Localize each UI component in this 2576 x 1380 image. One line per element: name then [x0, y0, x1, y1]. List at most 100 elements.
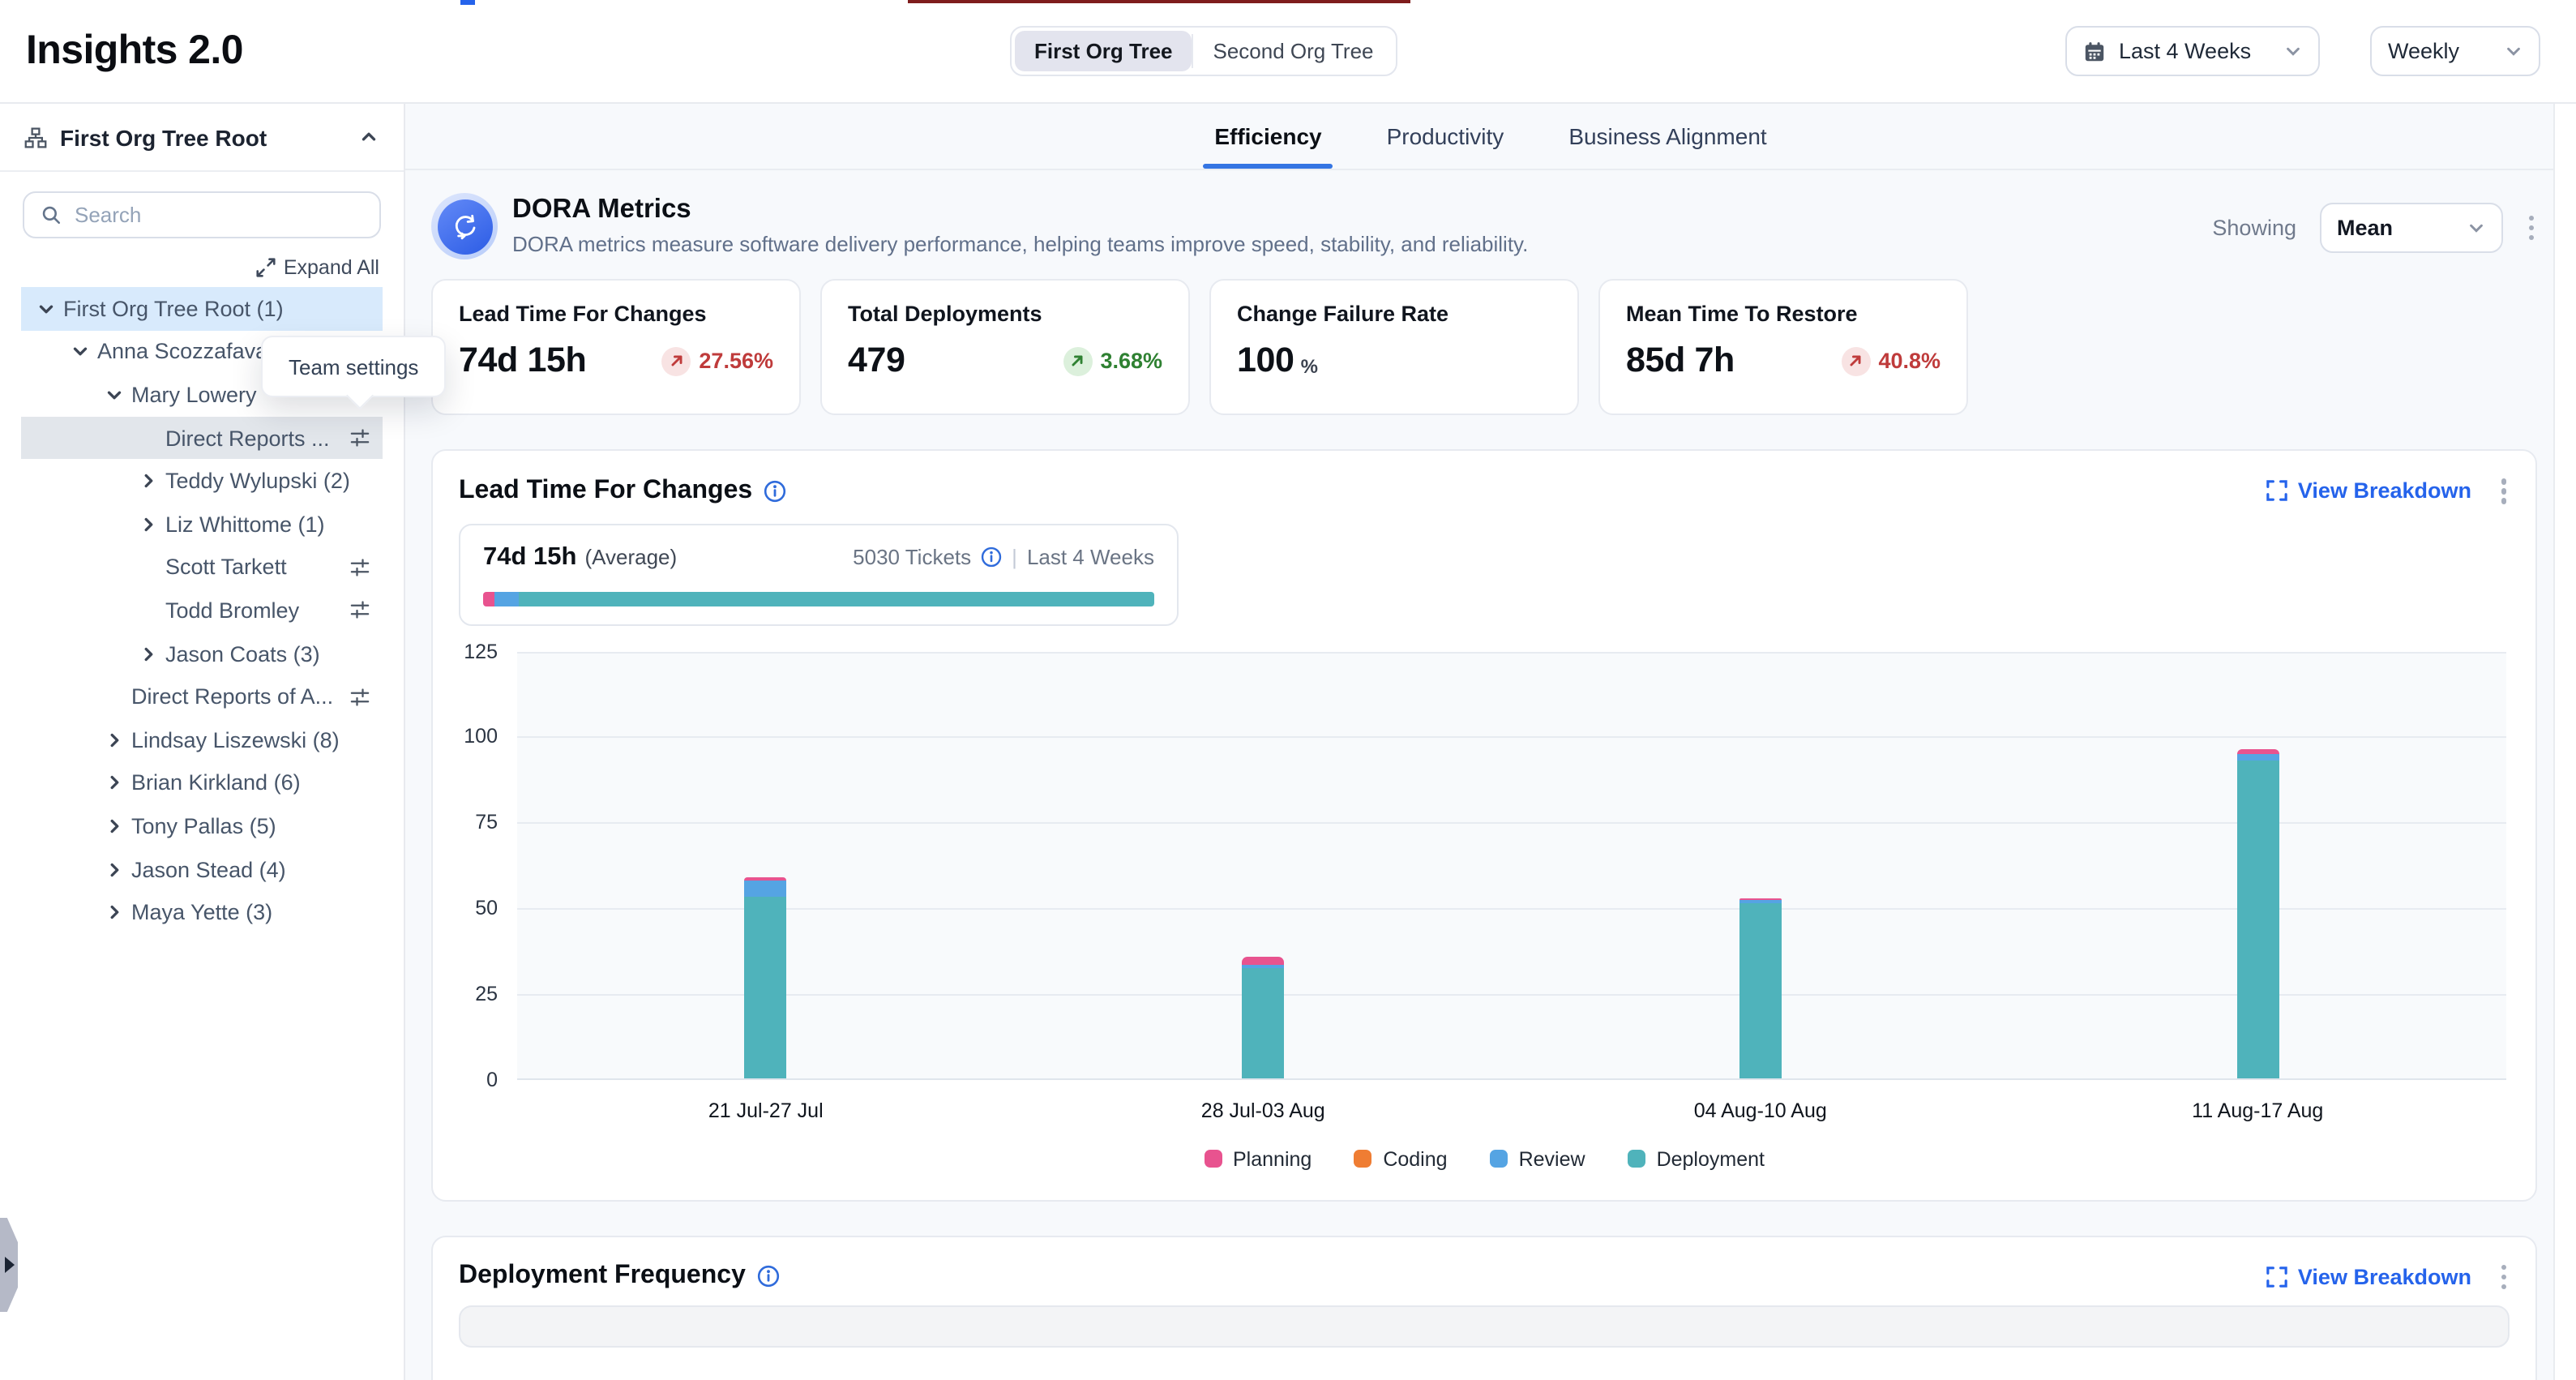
x-axis-label: 04 Aug-10 Aug [1694, 1099, 1827, 1121]
showing-select[interactable]: Mean [2319, 203, 2502, 253]
scrollbar-track[interactable] [2553, 104, 2576, 1380]
tree-item[interactable]: Scott Tarkett [21, 546, 383, 589]
chart-gridline [517, 908, 2506, 910]
tree-item[interactable]: Jason Stead (4) [21, 847, 383, 890]
y-axis-tick: 100 [464, 726, 498, 748]
chevron-right-icon[interactable] [138, 643, 165, 664]
info-icon[interactable] [757, 1266, 780, 1288]
tree-item[interactable]: Lindsay Liszewski (8) [21, 718, 383, 761]
tree-item-label: Tony Pallas (5) [131, 814, 371, 838]
trend-badge: 3.68% [1063, 346, 1162, 375]
org-chart-icon [24, 126, 47, 148]
lead-time-chart: 0255075100125 21 Jul-27 Jul28 Jul-03 Aug… [517, 651, 2506, 1134]
metric-value: 85d 7h [1626, 341, 1735, 381]
dora-more-options-button[interactable] [2525, 212, 2537, 244]
chevron-right-icon[interactable] [104, 729, 131, 750]
chart-plot-area: 0255075100125 [517, 651, 2506, 1079]
info-icon[interactable] [981, 546, 1002, 568]
tree-item[interactable]: Brian Kirkland (6) [21, 761, 383, 804]
tree-item-label: Direct Reports ... [165, 426, 339, 450]
tab-business-alignment[interactable]: Business Alignment [1564, 104, 1771, 169]
team-settings-icon[interactable] [349, 685, 371, 708]
tree-item-label: Teddy Wylupski (2) [165, 469, 371, 493]
tree-item[interactable]: First Org Tree Root (1) [21, 287, 383, 330]
y-axis-tick: 0 [486, 1068, 498, 1091]
breakdown-expand-icon [2267, 1266, 2288, 1288]
tickets-count: 5030 Tickets [853, 545, 971, 569]
deployment-summary-card [459, 1305, 2510, 1348]
dora-cycle-icon [431, 193, 498, 259]
average-label: (Average) [584, 545, 677, 569]
trend-delta: 40.8% [1878, 349, 1941, 373]
chevron-right-icon[interactable] [104, 816, 131, 837]
team-settings-icon[interactable] [349, 599, 371, 622]
collapse-sidebar-icon[interactable] [358, 126, 379, 148]
lead-time-more-options-button[interactable] [2497, 475, 2510, 507]
expand-all-link[interactable]: Expand All [256, 256, 379, 279]
tab-efficiency[interactable]: Efficiency [1209, 104, 1326, 169]
info-icon[interactable] [764, 480, 786, 503]
view-breakdown-link[interactable]: View Breakdown [2267, 1265, 2471, 1289]
tree-item-label: First Org Tree Root (1) [63, 297, 371, 321]
team-settings-icon[interactable] [349, 556, 371, 579]
chevron-down-icon[interactable] [36, 298, 63, 319]
search-box[interactable] [23, 191, 381, 238]
chart-bar [745, 878, 787, 1078]
chevron-down-icon[interactable] [104, 384, 131, 405]
tab-productivity[interactable]: Productivity [1382, 104, 1509, 169]
metric-card: Change Failure Rate100% [1209, 279, 1579, 415]
average-value: 74d 15h [483, 542, 576, 572]
tree-item[interactable]: Direct Reports ... [21, 417, 383, 460]
legend-item-deployment: Deployment [1628, 1147, 1765, 1170]
view-breakdown-link[interactable]: View Breakdown [2267, 479, 2471, 504]
period-select-value: Last 4 Weeks [2119, 39, 2251, 63]
chevron-right-icon[interactable] [138, 470, 165, 491]
granularity-select[interactable]: Weekly [2370, 26, 2540, 76]
org-toggle-option[interactable]: First Org Tree [1015, 31, 1192, 71]
tree-item-label: Todd Bromley [165, 598, 339, 623]
trend-badge: 27.56% [661, 346, 773, 375]
metric-card: Mean Time To Restore85d 7h40.8% [1598, 279, 1968, 415]
team-settings-icon[interactable] [349, 426, 371, 449]
tree-item[interactable]: Tony Pallas (5) [21, 804, 383, 847]
bar-segment-deployment [2236, 761, 2279, 1078]
chevron-right-icon[interactable] [104, 859, 131, 880]
x-axis-label: 11 Aug-17 Aug [2192, 1099, 2323, 1121]
deployment-more-options-button[interactable] [2497, 1261, 2510, 1292]
tree-item[interactable]: Teddy Wylupski (2) [21, 460, 383, 503]
metric-card: Lead Time For Changes74d 15h27.56% [431, 279, 801, 415]
metric-value: 74d 15h [459, 341, 586, 381]
legend-label: Deployment [1657, 1147, 1765, 1170]
tree-item[interactable]: Maya Yette (3) [21, 891, 383, 934]
tree-item-label: Direct Reports of A... [131, 684, 339, 709]
trend-delta: 27.56% [699, 349, 773, 373]
distribution-segment-planning [483, 591, 494, 606]
chevron-right-icon[interactable] [104, 902, 131, 923]
chart-bar [2236, 748, 2279, 1078]
tree-item[interactable]: Jason Coats (3) [21, 632, 383, 675]
tree-item[interactable]: Liz Whittome (1) [21, 503, 383, 546]
chevron-right-icon[interactable] [104, 773, 131, 794]
content: DORA Metrics DORA metrics measure softwa… [405, 170, 2576, 1380]
app-window: Insights 2.0 First Org TreeSecond Org Tr… [0, 0, 2576, 1380]
expand-all-icon [256, 258, 276, 277]
dora-title: DORA Metrics [512, 195, 1528, 225]
org-tree-toggle[interactable]: First Org TreeSecond Org Tree [1010, 26, 1398, 76]
tabs-bar: Efficiency Productivity Business Alignment [405, 104, 2576, 170]
tooltip-text: Team settings [289, 354, 418, 379]
chart-gridline [517, 822, 2506, 824]
tree-item-label: Brian Kirkland (6) [131, 771, 371, 795]
tree-item[interactable]: Direct Reports of A... [21, 675, 383, 718]
org-toggle-option[interactable]: Second Org Tree [1194, 31, 1393, 71]
chevron-down-icon[interactable] [70, 341, 97, 362]
metric-cards-row: Lead Time For Changes74d 15h27.56%Total … [431, 279, 2537, 415]
period-select[interactable]: Last 4 Weeks [2065, 26, 2320, 76]
trend-up-arrow-icon [1841, 346, 1870, 375]
chevron-right-icon[interactable] [138, 514, 165, 535]
sidebar: First Org Tree Root Expand All First Org… [0, 104, 405, 1380]
chart-gridline [517, 651, 2506, 653]
trend-up-arrow-icon [1063, 346, 1092, 375]
summary-period: Last 4 Weeks [1027, 545, 1154, 569]
search-input[interactable] [75, 203, 363, 227]
tree-item[interactable]: Todd Bromley [21, 589, 383, 632]
